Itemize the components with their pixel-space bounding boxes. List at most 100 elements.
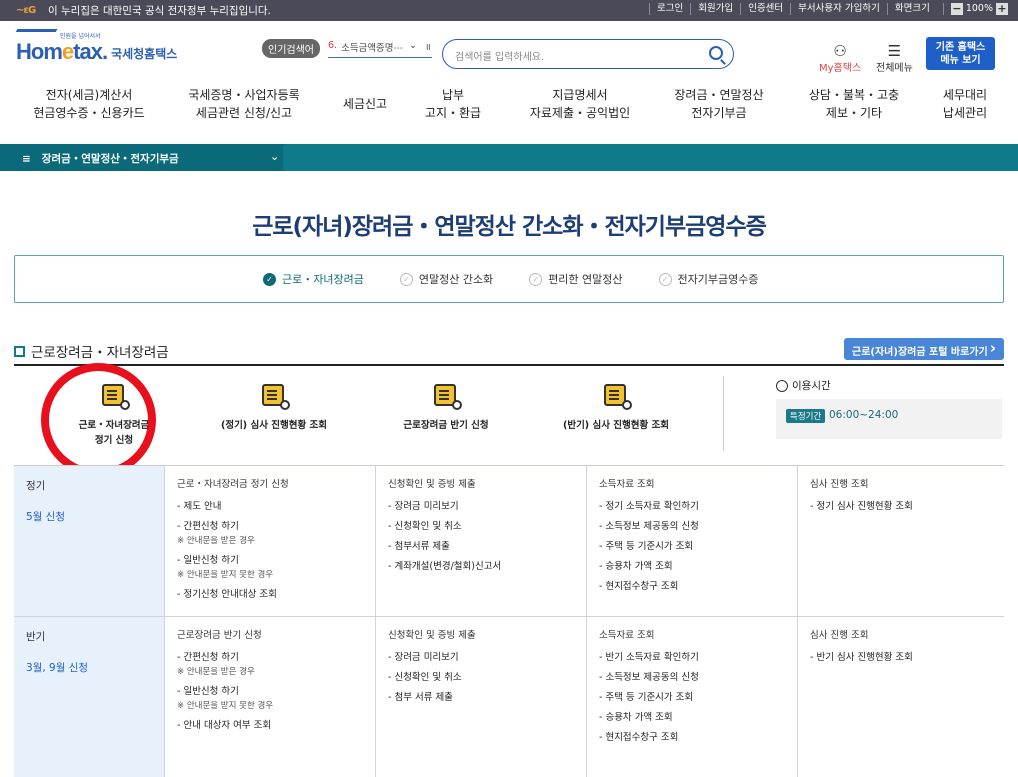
pause-icon[interactable]: ॥ <box>425 40 431 54</box>
my-hometax-label: My홈택스 <box>819 63 862 74</box>
check-circle-icon: ✓ <box>529 272 543 286</box>
nav-tax-agent[interactable]: 세무대리납세관리 <box>934 86 996 122</box>
signup-link[interactable]: 회원가입 <box>690 3 740 15</box>
nav-e-invoice[interactable]: 전자(세금)계산서 현금영수증・신용카드 <box>28 86 150 122</box>
login-link[interactable]: 로그인 <box>649 3 690 15</box>
tab-year-end-simplified[interactable]: ✓ 연말정산 간소화 <box>399 271 493 287</box>
list-item[interactable]: - 주택 등 기준시가 조회 <box>599 541 785 553</box>
list-item[interactable]: - 신청확인 및 취소 <box>388 521 574 533</box>
nav-label: 제보・기타 <box>825 106 883 120</box>
quick-half-apply[interactable]: 근로장려금 반기 신청 <box>386 370 506 433</box>
my-hometax-button[interactable]: ⚇ My홈택스 <box>819 43 861 74</box>
list-item[interactable]: - 장려금 미리보기 <box>388 652 574 664</box>
nav-tax-return[interactable]: 세금신고 <box>332 95 398 113</box>
use-time-value: 06:00~24:00 <box>829 409 899 421</box>
zoom-control: − 100% + <box>942 3 1008 15</box>
list-item[interactable]: - 소득정보 제공동의 신청 <box>599 521 785 533</box>
nav-label: 납세관리 <box>942 106 988 120</box>
tab-e-donation[interactable]: ✓ 전자기부금영수증 <box>658 271 759 287</box>
nav-payment-statement[interactable]: 지급명세서 자료제출・공익법인 <box>522 86 638 122</box>
old-menu-button[interactable]: 기존 홈택스 메뉴 보기 <box>926 37 995 70</box>
popular-search: 인기검색어 6. 소득금액증명⋯ ⌄ ॥ <box>262 39 432 58</box>
vertical-divider <box>723 376 724 451</box>
list-item[interactable]: - 간편신청 하기 ※ 안내문을 받은 경우 <box>177 521 363 547</box>
popular-keyword: 소득금액증명⋯ <box>341 42 404 54</box>
chevron-down-icon[interactable]: ⌄ <box>409 40 417 54</box>
menu-icon: ≡ <box>22 153 31 165</box>
highlight-circle <box>41 363 156 477</box>
tab-incentive[interactable]: ✓ 근로・자녀장려금 <box>263 271 364 287</box>
search-icon[interactable] <box>709 46 723 60</box>
list-item[interactable]: - 간편신청 하기 ※ 안내문을 받은 경우 <box>177 652 363 678</box>
hometax-logo[interactable]: 민원을 넘어서서 Hometax. 국세청홈택스 <box>10 29 178 65</box>
quick-label: (반기) 심사 진행현황 조회 <box>562 420 669 431</box>
tab-convenient-year-end[interactable]: ✓ 편리한 연말정산 <box>529 271 623 287</box>
list-item[interactable]: - 정기 소득자료 확인하기 <box>599 501 785 513</box>
list-item[interactable]: - 일반신청 하기 ※ 안내문을 받지 못한 경우 <box>177 686 363 712</box>
portal-shortcut-button[interactable]: 근로(자녀)장려금 포털 바로가기 <box>844 338 1004 360</box>
cell-heading: 소득자료 조회 <box>599 479 655 490</box>
list-item[interactable]: - 승용차 가액 조회 <box>599 712 785 724</box>
row-subtitle: 5월 신청 <box>26 511 65 523</box>
list-item[interactable]: - 반기 심사 진행현황 조회 <box>810 652 992 664</box>
list-item[interactable]: - 승용차 가액 조회 <box>599 561 785 573</box>
logo-kor: 국세청홈택스 <box>111 47 178 61</box>
section-title: 근로장려금・자녀장려금 <box>14 341 169 361</box>
search-input[interactable]: 검색어를 입력하세요. <box>442 39 734 69</box>
list-item[interactable]: - 신청확인 및 취소 <box>388 672 574 684</box>
list-item[interactable]: - 현지접수창구 조회 <box>599 732 785 744</box>
use-time-text: 이용시간 <box>792 380 831 392</box>
table-row-regular: 정기 5월 신청 근로・자녀장려금 정기 신청 - 제도 안내 - 간편신청 하… <box>14 466 1004 617</box>
nav-label: 전자(세금)계산서 <box>45 88 133 102</box>
zoom-out-button[interactable]: − <box>950 3 963 15</box>
table-cell: 신청확인 및 증빙 제출 - 장려금 미리보기 - 신청확인 및 취소 - 첨부… <box>375 617 586 777</box>
list-item[interactable]: - 안내 대상자 여부 조회 <box>177 720 363 732</box>
list-item[interactable]: - 일반신청 하기 ※ 안내문을 받지 못한 경우 <box>177 555 363 581</box>
list-item[interactable]: - 장려금 미리보기 <box>388 501 574 513</box>
breadcrumb: ≡ 장려금・연말정산・전자기부금 ⌄ <box>0 144 1018 171</box>
cell-heading: 근로장려금 반기 신청 <box>177 630 262 641</box>
quick-half-status[interactable]: (반기) 심사 진행현황 조회 <box>546 370 686 433</box>
nav-incentive[interactable]: 장려금・연말정산 전자기부금 <box>666 86 772 122</box>
list-item[interactable]: - 반기 소득자료 확인하기 <box>599 652 785 664</box>
all-menu-button[interactable]: ☰ 전체메뉴 <box>876 43 913 74</box>
quick-regular-status[interactable]: (정기) 심사 진행현황 조회 <box>209 370 339 433</box>
check-circle-icon: ✓ <box>263 272 276 286</box>
cell-heading: 심사 진행 조회 <box>810 479 869 490</box>
zoom-in-button[interactable]: + <box>996 3 1008 15</box>
quick-label: 근로장려금 반기 신청 <box>403 420 489 431</box>
breadcrumb-menu[interactable]: ≡ 장려금・연말정산・전자기부금 <box>22 151 179 166</box>
tab-label: 근로・자녀장려금 <box>282 273 364 286</box>
square-bullet-icon <box>14 345 25 357</box>
nav-label: 상담・불복・고충 <box>808 88 900 102</box>
tab-bar: ✓ 근로・자녀장려금 ✓ 연말정산 간소화 ✓ 편리한 연말정산 ✓ 전자기부금… <box>14 255 1004 303</box>
nav-consult[interactable]: 상담・불복・고충제보・기타 <box>800 86 908 122</box>
table-cell: 소득자료 조회 - 반기 소득자료 확인하기 - 소득정보 제공동의 신청 - … <box>586 617 797 777</box>
table-cell: 근로・자녀장려금 정기 신청 - 제도 안내 - 간편신청 하기 ※ 안내문을 받… <box>164 466 375 616</box>
list-item[interactable]: - 첨부서류 제출 <box>388 541 574 553</box>
row-header: 반기 3월, 9월 신청 <box>14 617 164 777</box>
dept-user-signup-link[interactable]: 부서사용자 가입하기 <box>790 3 887 15</box>
nav-certificate[interactable]: 국세증명・사업자등록 세금관련 신청/신고 <box>182 86 306 122</box>
nav-label: 세무대리 <box>942 88 988 102</box>
list-item[interactable]: - 정기신청 안내대상 조회 <box>177 589 363 601</box>
table-cell: 심사 진행 조회 - 정기 심사 진행현황 조회 <box>797 466 1004 616</box>
logo-text: Hometax. <box>16 39 108 64</box>
gov-notice-text[interactable]: 이 누리집은 대한민국 공식 전자정부 누리집입니다. <box>48 3 271 18</box>
breadcrumb-label: 장려금・연말정산・전자기부금 <box>41 153 179 165</box>
nav-label: 국세증명・사업자등록 <box>188 88 300 102</box>
list-item[interactable]: - 정기 심사 진행현황 조회 <box>810 501 992 513</box>
cert-center-link[interactable]: 인증센터 <box>740 3 790 15</box>
list-item[interactable]: - 소득정보 제공동의 신청 <box>599 672 785 684</box>
list-item[interactable]: - 현지접수창구 조회 <box>599 581 785 593</box>
list-item[interactable]: - 계좌개설(변경/철회)신고서 <box>388 561 574 573</box>
chevron-down-icon[interactable]: ⌄ <box>270 150 279 163</box>
list-item[interactable]: - 제도 안내 <box>177 501 363 513</box>
popular-search-item[interactable]: 6. 소득금액증명⋯ ⌄ ॥ <box>328 40 432 58</box>
nav-payment[interactable]: 납부 고지・환급 <box>420 86 486 122</box>
period-badge: 특정기간 <box>786 409 826 423</box>
list-item[interactable]: - 주택 등 기준시가 조회 <box>599 692 785 704</box>
list-item[interactable]: - 첨부 서류 제출 <box>388 692 574 704</box>
check-circle-icon: ✓ <box>658 272 672 286</box>
zoom-level: 100% <box>965 3 993 14</box>
